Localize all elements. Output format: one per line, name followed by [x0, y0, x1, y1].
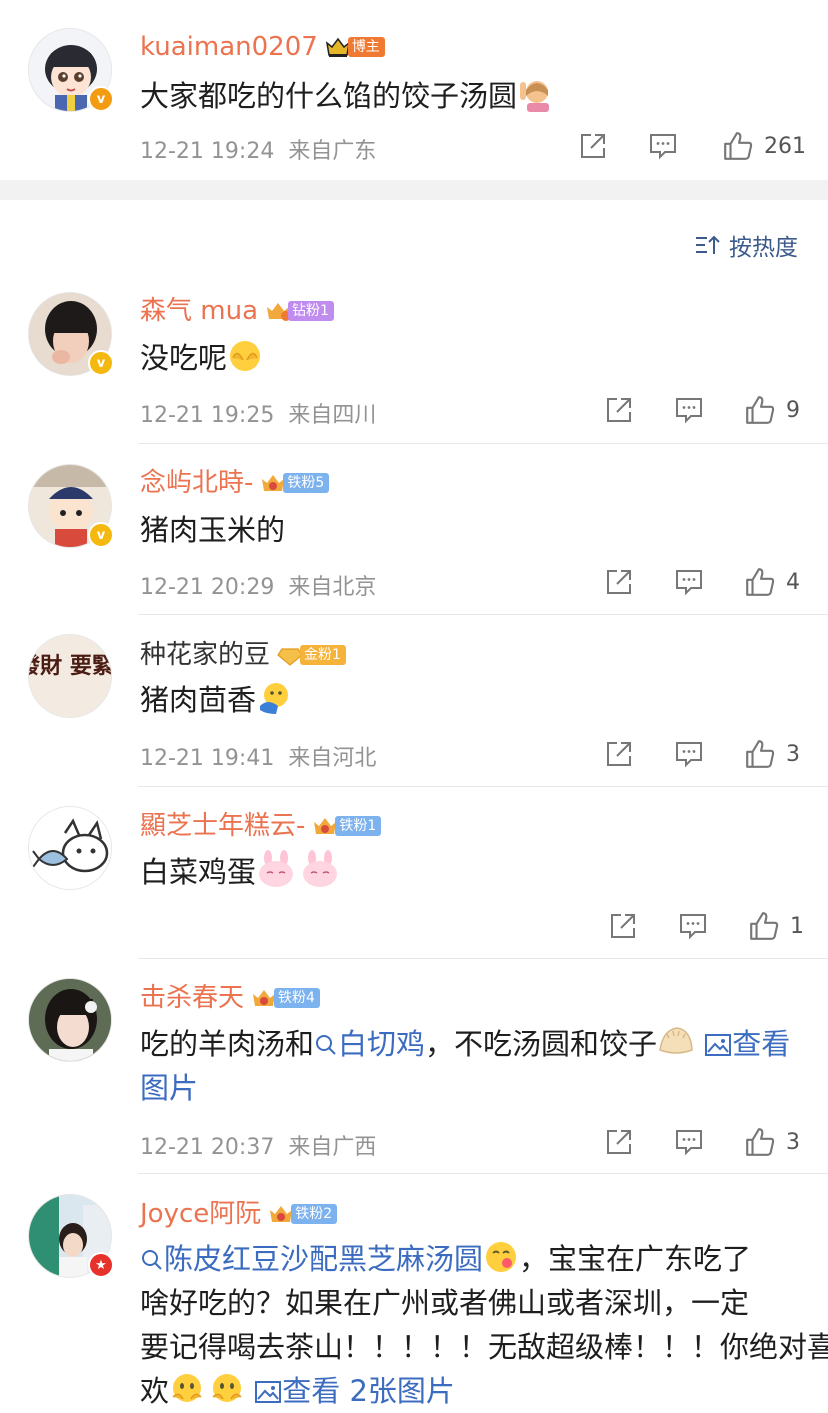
search-icon	[316, 1035, 336, 1055]
comment-text: 没吃呢	[140, 336, 263, 380]
comment-meta: 12-21 19:41 来自河北	[140, 746, 377, 771]
post-meta: 12-21 19:24 来自广东	[140, 133, 376, 165]
share-icon[interactable]	[608, 911, 638, 941]
fan-badge: 铁粉5	[259, 472, 330, 494]
post-time: 12-21 19:24	[140, 139, 275, 164]
hug-emoji-icon	[212, 1374, 242, 1402]
comment-actions: 9	[604, 394, 800, 426]
fan-badge: 钻粉1	[264, 300, 334, 322]
like-count: 261	[764, 133, 806, 159]
verified-badge: ★	[88, 1252, 114, 1278]
fan-badge: 铁粉2	[267, 1203, 338, 1225]
comment-author[interactable]: 顯芝士年糕云- 铁粉1	[140, 811, 382, 841]
comment-icon[interactable]	[674, 1127, 704, 1157]
topic-link[interactable]: 陈皮红豆沙配黑芝麻汤圆	[140, 1242, 483, 1276]
avatar-photo-image	[29, 979, 111, 1061]
post-text: 大家都吃的什么馅的饺子汤圆	[140, 74, 553, 118]
post-actions: 261	[578, 130, 806, 162]
covering-face-emoji-icon	[230, 341, 261, 371]
comment-author[interactable]: 森气 mua 钻粉1	[140, 296, 334, 326]
divider	[138, 1173, 828, 1174]
share-icon[interactable]	[604, 739, 634, 769]
post-author[interactable]: kuaiman0207 博主	[140, 32, 385, 62]
sort-toggle[interactable]: 按热度	[695, 228, 798, 262]
original-post: v kuaiman0207 博主 大家都吃的什么馅的饺子汤圆 12-21 19:…	[0, 0, 828, 180]
fan-badge: 金粉1	[276, 644, 346, 666]
section-divider	[0, 180, 828, 200]
search-icon	[142, 1250, 162, 1270]
comment-actions: 3	[604, 738, 800, 770]
divider	[138, 958, 828, 959]
comment-text: 吃的羊肉汤和 白切鸡，不吃汤圆和饺子 查看图片	[140, 1022, 810, 1110]
comment-icon[interactable]	[674, 395, 704, 425]
post-author-name[interactable]: kuaiman0207	[140, 32, 318, 62]
comment-text: 陈皮红豆沙配黑芝麻汤圆 ，宝宝在广东吃了 啥好吃的？如果在广州或者佛山或者深圳，一…	[140, 1237, 828, 1413]
image-icon	[705, 1034, 732, 1056]
dumpling-emoji-icon	[659, 1027, 693, 1054]
like-icon[interactable]	[744, 566, 776, 598]
share-icon[interactable]	[578, 131, 608, 161]
like-icon[interactable]	[744, 1126, 776, 1158]
bunny-emoji-icon	[303, 850, 338, 887]
comment-meta: 12-21 19:25 来自四川	[140, 403, 377, 428]
fan-badge: 铁粉1	[311, 815, 382, 837]
comment-author[interactable]: Joyce阿阮 铁粉2	[140, 1199, 338, 1229]
hugging-emoji-icon	[260, 683, 289, 714]
comment-text: 猪肉玉米的	[140, 513, 286, 547]
sort-icon	[696, 235, 720, 254]
comment-text: 白菜鸡蛋	[140, 850, 340, 894]
svg-text:發財 要緊!: 發財 要緊!	[29, 654, 112, 679]
comment-actions: 1	[608, 910, 804, 942]
divider	[138, 786, 828, 787]
comment-icon[interactable]	[674, 739, 704, 769]
avatar[interactable]: 發財 要緊!	[28, 634, 112, 718]
raising-hand-emoji-icon	[520, 81, 550, 112]
comment-icon[interactable]	[674, 567, 704, 597]
comment-icon[interactable]	[648, 131, 678, 161]
divider	[138, 614, 828, 615]
like-icon[interactable]	[744, 738, 776, 770]
hug-emoji-icon	[172, 1374, 202, 1402]
post-location: 来自广东	[288, 139, 377, 164]
share-icon[interactable]	[604, 395, 634, 425]
comment-text: 猪肉茴香	[140, 678, 292, 722]
comment-actions: 3	[604, 1126, 800, 1158]
comment-author[interactable]: 击杀春天 铁粉4	[140, 983, 320, 1013]
avatar[interactable]	[28, 978, 112, 1062]
verified-badge: v	[88, 86, 114, 112]
verified-badge: v	[88, 350, 114, 376]
share-icon[interactable]	[604, 567, 634, 597]
comment-actions: 4	[604, 566, 800, 598]
comment-icon[interactable]	[678, 911, 708, 941]
topic-link[interactable]: 白切鸡	[314, 1027, 425, 1061]
comment-author[interactable]: 念屿北時- 铁粉5	[140, 468, 330, 498]
sort-label: 按热度	[729, 235, 798, 261]
comment-meta: 12-21 20:29 来自北京	[140, 575, 377, 600]
avatar-cat-fish-image	[29, 807, 111, 889]
avatar[interactable]	[28, 806, 112, 890]
comment-meta: 12-21 20:37 来自广西	[140, 1135, 377, 1160]
divider	[138, 443, 828, 444]
blogger-badge: 博主	[324, 36, 385, 58]
like-icon[interactable]	[722, 130, 754, 162]
avatar-calligraphy-image: 發財 要緊!	[29, 635, 112, 717]
like-icon[interactable]	[748, 910, 780, 942]
share-icon[interactable]	[604, 1127, 634, 1157]
kiss-emoji-icon	[486, 1242, 517, 1272]
fan-badge: 铁粉4	[250, 987, 320, 1009]
image-icon	[255, 1381, 282, 1403]
view-images-link[interactable]: 查看 2张图片	[254, 1374, 455, 1408]
bunny-emoji-icon	[259, 850, 294, 887]
comment-author[interactable]: 种花家的豆 金粉1	[140, 640, 346, 670]
like-icon[interactable]	[744, 394, 776, 426]
verified-badge: v	[88, 522, 114, 548]
